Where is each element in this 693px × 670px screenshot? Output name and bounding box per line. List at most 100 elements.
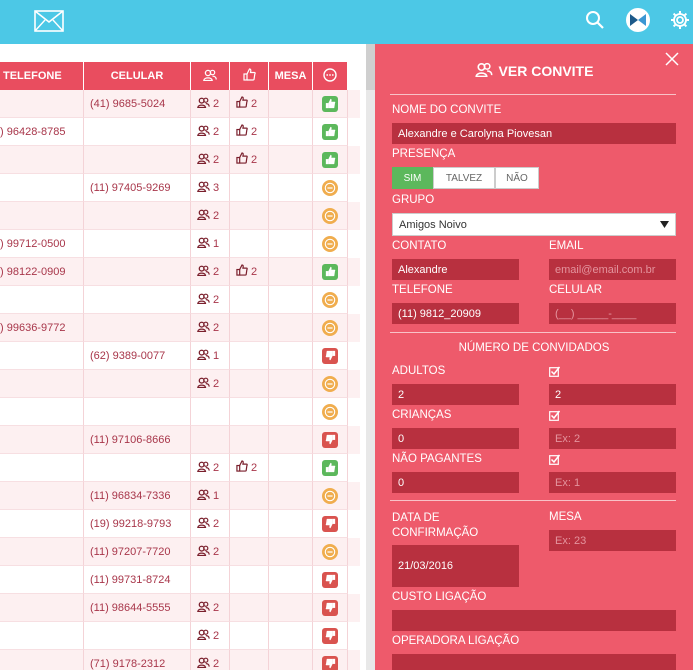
table-row[interactable]: 22: [0, 454, 360, 482]
minus-circle-icon[interactable]: [322, 543, 338, 560]
table-row[interactable]: 2: [0, 202, 360, 230]
scrollbar-thumb[interactable]: [366, 44, 375, 90]
people-icon: [197, 293, 210, 307]
table-row[interactable]: (41) 9685-5024 2 2: [0, 90, 360, 118]
mesa-field[interactable]: Ex: 23: [549, 530, 676, 551]
operadora-ligacao-field[interactable]: [392, 654, 676, 670]
criancas-field[interactable]: 0: [392, 428, 519, 449]
table-row[interactable]: (71) 9178-2312 2: [0, 650, 360, 670]
table-row[interactable]: 2: [0, 286, 360, 314]
thumbs-down-icon[interactable]: [322, 515, 338, 532]
cell-mesa: [269, 370, 313, 398]
checkbox-icon[interactable]: [549, 452, 561, 470]
header-status[interactable]: [313, 62, 348, 90]
header-guests[interactable]: [191, 62, 230, 90]
presenca-sim-button[interactable]: SIM: [392, 167, 433, 189]
thumbs-down-icon[interactable]: [322, 599, 338, 616]
table-row[interactable]: 2: [0, 622, 360, 650]
nao-pagantes-confirmed-field[interactable]: Ex: 1: [549, 472, 676, 493]
presenca-nao-button[interactable]: NÃO: [495, 167, 539, 189]
gear-icon[interactable]: [670, 10, 690, 35]
cell-status: [313, 90, 348, 118]
header-likes[interactable]: [230, 62, 269, 90]
telefone-field[interactable]: (11) 9812_20909: [392, 303, 519, 324]
table-row[interactable]: ) 98122-0909 2 2: [0, 258, 360, 286]
thumbs-up-icon: [236, 124, 248, 139]
minus-circle-icon[interactable]: [322, 319, 338, 336]
thumbs-up-icon[interactable]: [322, 459, 338, 476]
email-label: EMAIL: [549, 240, 584, 252]
table-row[interactable]: (11) 96834-7336 1: [0, 482, 360, 510]
minus-circle-icon[interactable]: [322, 375, 338, 392]
table-row[interactable]: 2: [0, 370, 360, 398]
cell-mesa: [269, 482, 313, 510]
contato-field[interactable]: Alexandre: [392, 259, 519, 280]
thumbs-down-icon[interactable]: [322, 347, 338, 364]
custo-ligacao-field[interactable]: [392, 610, 676, 631]
checkbox-icon[interactable]: [549, 408, 561, 426]
table-row[interactable]: ) 96428-8785 2 2: [0, 118, 360, 146]
table-row[interactable]: ) 99712-0500 1: [0, 230, 360, 258]
thumbs-up-icon[interactable]: [322, 151, 338, 168]
thumbs-up-icon[interactable]: [322, 263, 338, 280]
celular-field[interactable]: (__) _____-____: [549, 303, 676, 324]
minus-circle-icon[interactable]: [322, 487, 338, 504]
grupo-label: GRUPO: [392, 194, 435, 206]
cell-mesa: [269, 510, 313, 538]
minus-circle-icon[interactable]: [322, 179, 338, 196]
num-convidados-heading: NÚMERO DE CONVIDADOS: [458, 342, 610, 354]
cell-status: [313, 286, 348, 314]
cell-mesa: [269, 426, 313, 454]
mail-icon[interactable]: [34, 10, 64, 37]
cell-likes: [230, 622, 269, 650]
checkbox-icon[interactable]: [549, 364, 561, 382]
thumbs-up-icon: [242, 68, 256, 84]
data-confirmacao-field[interactable]: 21/03/2016: [392, 545, 519, 587]
cell-status: [313, 398, 348, 426]
cell-status: [313, 594, 348, 622]
presenca-talvez-button[interactable]: TALVEZ: [433, 167, 495, 189]
table-row[interactable]: (11) 97106-8666: [0, 426, 360, 454]
cell-guests: 2: [191, 286, 230, 314]
header-mesa[interactable]: MESA: [269, 62, 313, 90]
thumbs-down-icon[interactable]: [322, 571, 338, 588]
thumbs-down-icon[interactable]: [322, 431, 338, 448]
minus-circle-icon[interactable]: [322, 291, 338, 308]
nome-field[interactable]: Alexandre e Carolyna Piovesan: [392, 123, 676, 144]
thumbs-up-icon[interactable]: [322, 95, 338, 112]
thumbs-down-icon[interactable]: [322, 655, 338, 670]
table-row[interactable]: 22: [0, 146, 360, 174]
table-row[interactable]: [0, 398, 360, 426]
search-icon[interactable]: [585, 10, 605, 35]
minus-circle-icon[interactable]: [322, 207, 338, 224]
table-row[interactable]: (11) 97207-7720 2: [0, 538, 360, 566]
table-row[interactable]: (11) 97405-9269 3: [0, 174, 360, 202]
cell-status: [313, 538, 348, 566]
cell-guests: 2: [191, 90, 230, 118]
people-icon: [197, 265, 210, 279]
adultos-confirmed-field[interactable]: 2: [549, 384, 676, 405]
like-count: 2: [251, 265, 258, 278]
header-telefone[interactable]: TELEFONE: [0, 62, 84, 90]
thumbs-down-icon[interactable]: [322, 627, 338, 644]
header-celular[interactable]: CELULAR: [84, 62, 191, 90]
minus-circle-icon[interactable]: [322, 235, 338, 252]
thumbs-up-icon[interactable]: [322, 123, 338, 140]
cell-status: [313, 622, 348, 650]
table-row[interactable]: (62) 9389-0077 1: [0, 342, 360, 370]
nao-pagantes-field[interactable]: 0: [392, 472, 519, 493]
table-row[interactable]: (19) 99218-9793 2: [0, 510, 360, 538]
cell-telefone: [0, 286, 84, 314]
table-row[interactable]: (11) 98644-5555 2: [0, 594, 360, 622]
avatar[interactable]: [626, 8, 650, 32]
criancas-confirmed-field[interactable]: Ex: 2: [549, 428, 676, 449]
adultos-field[interactable]: 2: [392, 384, 519, 405]
telefone-label: TELEFONE: [392, 284, 453, 296]
minus-circle-icon[interactable]: [322, 403, 338, 420]
table-row[interactable]: (11) 99731-8724: [0, 566, 360, 594]
cell-status: [313, 174, 348, 202]
table-row[interactable]: ) 99636-9772 2: [0, 314, 360, 342]
scrollbar[interactable]: [366, 44, 375, 670]
email-field[interactable]: email@email.com.br: [549, 259, 676, 280]
grupo-select[interactable]: Amigos Noivo: [392, 213, 676, 236]
